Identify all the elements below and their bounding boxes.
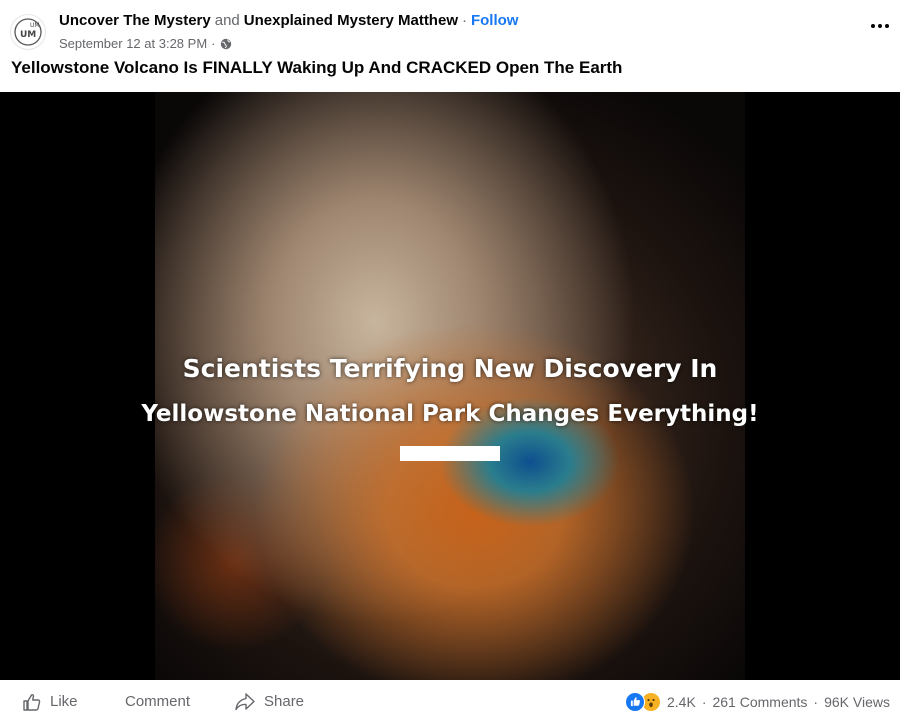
share-arrow-icon: [235, 692, 255, 710]
stats-separator-2: ·: [813, 693, 819, 710]
author-link-uncover-the-mystery[interactable]: Uncover The Mystery: [59, 12, 211, 29]
video-overlay-line2: Yellowstone National Park Changes Everyt…: [141, 401, 759, 427]
post-authors: Uncover The Mystery and Unexplained Myster…: [59, 12, 518, 29]
post-footer: Like Comment Share 2.4K · 261 Comments ·…: [0, 680, 900, 723]
views-count: 96K Views: [824, 693, 890, 710]
reaction-icons[interactable]: [625, 691, 661, 712]
post-timestamp[interactable]: September 12 at 3:28 PM: [59, 36, 207, 51]
video-overlay-bar: [400, 446, 500, 461]
globe-icon[interactable]: [220, 38, 232, 50]
video-player[interactable]: Scientists Terrifying New Discovery In Y…: [0, 92, 900, 680]
like-label: Like: [50, 693, 78, 710]
engagement-stats: 2.4K · 261 Comments · 96K Views: [625, 680, 890, 723]
stats-separator-1: ·: [701, 693, 707, 710]
thumbs-up-icon: [23, 693, 41, 711]
meta-separator: ·: [211, 36, 216, 51]
video-frame: [155, 92, 745, 680]
page-avatar[interactable]: UM UM: [10, 14, 46, 50]
comment-label: Comment: [125, 693, 191, 710]
post-meta: September 12 at 3:28 PM ·: [59, 36, 232, 51]
like-reaction-icon: [625, 691, 645, 712]
follow-button[interactable]: Follow: [471, 12, 519, 29]
like-button[interactable]: Like: [22, 680, 78, 723]
post-header: UM UM Uncover The Mystery and Unexplained …: [0, 0, 900, 92]
more-options-icon[interactable]: [866, 12, 894, 40]
video-overlay-line1: Scientists Terrifying New Discovery In: [182, 354, 718, 383]
post-title: Yellowstone Volcano Is FINALLY Waking Up…: [11, 58, 623, 77]
follow-separator: ·: [461, 12, 467, 29]
svg-text:UM: UM: [20, 30, 36, 40]
author-link-unexplained-mystery-matthew[interactable]: Unexplained Mystery Matthew: [244, 12, 458, 29]
share-button[interactable]: Share: [234, 680, 304, 723]
authors-and-text: and: [214, 12, 240, 29]
share-label: Share: [264, 693, 305, 710]
um-logo-icon: UM UM: [14, 18, 42, 46]
svg-text:UM: UM: [30, 22, 40, 29]
comment-button[interactable]: Comment: [125, 680, 190, 723]
comments-count[interactable]: 261 Comments: [712, 694, 807, 710]
reactions-count[interactable]: 2.4K: [667, 694, 696, 710]
